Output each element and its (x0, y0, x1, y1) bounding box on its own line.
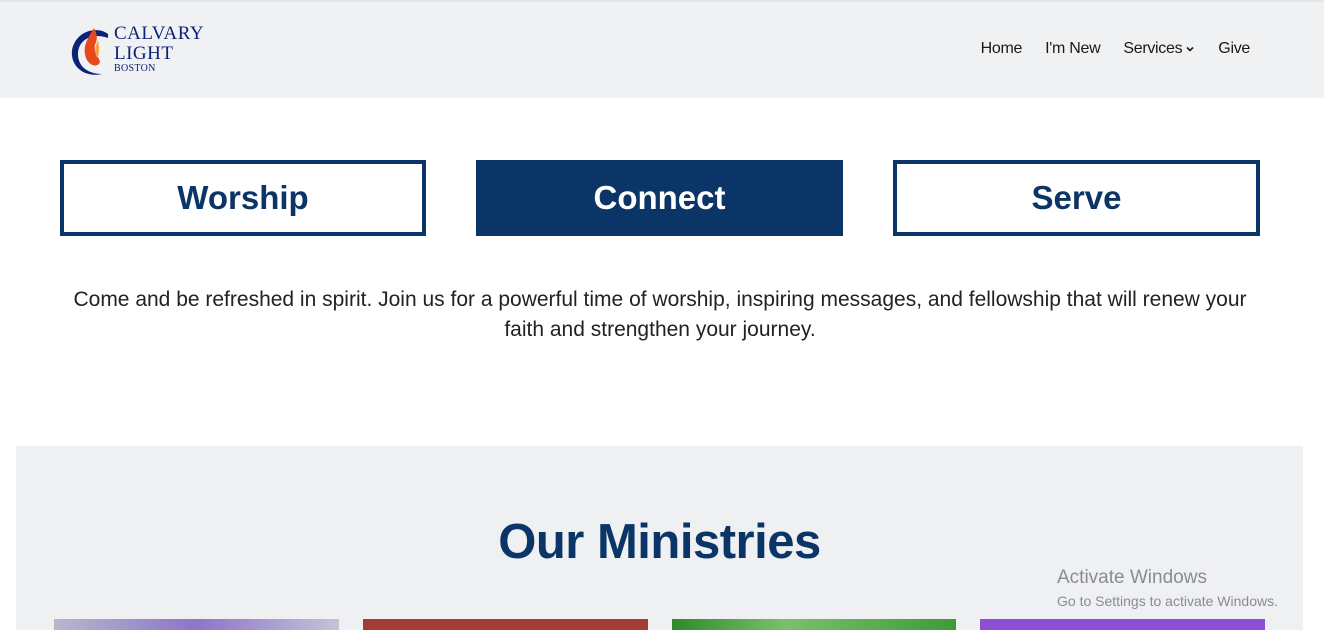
tab-connect[interactable]: Connect (476, 160, 843, 236)
tab-worship[interactable]: Worship (60, 160, 426, 236)
watermark-title: Activate Windows (1057, 567, 1207, 588)
nav-services-menu[interactable]: Services (1123, 40, 1195, 58)
tab-serve[interactable]: Serve (893, 160, 1260, 236)
nav-give-link[interactable]: Give (1218, 40, 1250, 58)
chevron-down-icon (1186, 46, 1194, 52)
activate-windows-watermark: Activate Windows Go to Settings to activ… (1057, 567, 1278, 609)
nav-services-label: Services (1123, 40, 1183, 57)
site-header: CALVARY LIGHT BOSTON Home I'm New Servic… (0, 2, 1324, 98)
ministries-title: Our Ministries (498, 515, 821, 569)
main-nav: Home I'm New Services Give (958, 40, 1251, 58)
watermark-subtitle: Go to Settings to activate Windows. (1057, 593, 1278, 609)
ministry-card-image[interactable] (54, 619, 339, 630)
worship-connect-serve-tabs: Worship Connect Serve (60, 160, 1260, 236)
ministry-card-image[interactable] (980, 619, 1265, 630)
logo-line-boston: BOSTON (114, 63, 156, 74)
nav-home-link[interactable]: Home (981, 40, 1023, 58)
site-logo[interactable]: CALVARY LIGHT BOSTON (68, 22, 218, 80)
ministry-card-image[interactable] (672, 619, 956, 630)
logo-line-light: LIGHT (114, 43, 174, 64)
logo-wordmark: CALVARY LIGHT BOSTON (114, 24, 204, 74)
flame-logo-icon (71, 28, 108, 75)
tab-description: Come and be refreshed in spirit. Join us… (73, 288, 1247, 341)
ministry-card-image[interactable] (363, 619, 648, 630)
nav-im-new-link[interactable]: I'm New (1045, 40, 1100, 58)
logo-line-calvary: CALVARY (114, 23, 205, 44)
